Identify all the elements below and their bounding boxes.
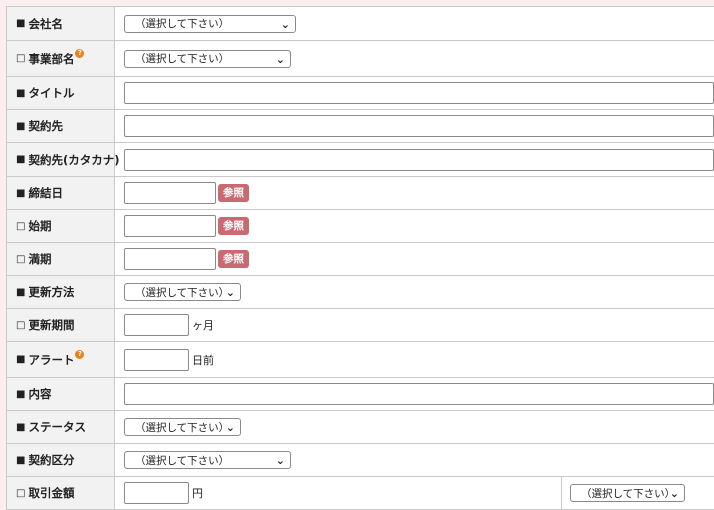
required-mark: ■ [16, 154, 26, 165]
row-status: ■ ステータス （選択して下さい） ⌄ [6, 411, 714, 444]
row-transaction-amount: □ 取引金額 円 （選択して下さい） ⌄ [6, 476, 714, 510]
company-select[interactable]: （選択して下さい） ⌄ [124, 14, 296, 33]
optional-mark: □ [16, 253, 26, 265]
contract-category-label: ■ 契約区分 [6, 444, 115, 476]
conclusion-date-ref-button[interactable]: 参照 [218, 184, 249, 202]
row-company: ■ 会社名 （選択して下さい） ⌄ [6, 7, 714, 41]
optional-mark: □ [16, 319, 26, 331]
contractor-kana-label: ■ 契約先(カタカナ) [6, 143, 119, 176]
contractor-label: ■ 契約先 [6, 110, 115, 142]
row-contract-category: ■ 契約区分 （選択して下さい） ⌄ [6, 444, 714, 477]
row-department: □ 事業部名 ? （選択して下さい） ⌄ [6, 41, 714, 77]
required-mark: ■ [16, 187, 26, 199]
optional-mark: □ [16, 220, 26, 232]
column-divider [561, 476, 562, 510]
optional-mark: □ [16, 487, 26, 499]
status-select[interactable]: （選択して下さい） ⌄ [124, 418, 241, 436]
content-label: ■ 内容 [6, 378, 115, 410]
required-mark: ■ [16, 120, 26, 132]
chevron-down-icon: ⌄ [275, 52, 285, 66]
department-select[interactable]: （選択して下さい） ⌄ [124, 49, 291, 68]
renewal-method-select[interactable]: （選択して下さい） ⌄ [124, 283, 241, 301]
optional-mark: □ [16, 53, 26, 64]
transaction-amount-input[interactable] [124, 482, 189, 504]
row-title: ■ タイトル [6, 77, 714, 110]
required-mark: ■ [16, 454, 26, 466]
company-label: ■ 会社名 [6, 7, 115, 40]
end-date-label: □ 満期 [6, 243, 115, 275]
required-mark: ■ [16, 18, 26, 29]
required-mark: ■ [16, 87, 26, 99]
start-date-input[interactable] [124, 215, 216, 237]
required-mark: ■ [16, 286, 26, 298]
conclusion-date-label: ■ 締結日 [6, 177, 115, 209]
row-start-date: □ 始期 参照 [6, 210, 714, 243]
days-before-unit: 日前 [192, 353, 214, 367]
conclusion-date-input[interactable] [124, 182, 216, 204]
title-input[interactable] [124, 82, 714, 104]
start-date-ref-button[interactable]: 参照 [218, 217, 249, 235]
renewal-method-label: ■ 更新方法 [6, 276, 115, 308]
row-renewal-method: ■ 更新方法 （選択して下さい） ⌄ [6, 276, 714, 309]
help-icon[interactable]: ? [75, 49, 85, 58]
row-end-date: □ 満期 参照 [6, 243, 714, 276]
required-mark: ■ [16, 421, 26, 433]
row-contractor-kana: ■ 契約先(カタカナ) [6, 143, 714, 177]
alert-days-input[interactable] [124, 348, 189, 371]
contract-category-select[interactable]: （選択して下さい） ⌄ [124, 451, 291, 469]
row-content: ■ 内容 [6, 378, 714, 411]
contract-form: ■ 会社名 （選択して下さい） ⌄ □ 事業部名 ? （選択して下さい） ⌄ ■… [6, 6, 714, 510]
months-unit: ヶ月 [192, 319, 214, 332]
row-conclusion-date: ■ 締結日 参照 [6, 177, 714, 210]
end-date-input[interactable] [124, 248, 216, 270]
status-label: ■ ステータス [6, 411, 115, 443]
contractor-input[interactable] [124, 115, 714, 137]
required-mark: ■ [16, 354, 26, 365]
row-alert: ■ アラート ? 日前 [6, 342, 714, 378]
row-contractor: ■ 契約先 [6, 110, 714, 143]
yen-unit: 円 [192, 487, 203, 500]
required-mark: ■ [16, 388, 26, 400]
chevron-down-icon: ⌄ [280, 17, 290, 31]
row-renewal-period: □ 更新期間 ヶ月 [6, 309, 714, 342]
content-input[interactable] [124, 383, 714, 405]
contractor-kana-input[interactable] [124, 148, 714, 171]
title-label: ■ タイトル [6, 77, 115, 109]
chevron-down-icon: ⌄ [225, 421, 235, 434]
department-label: □ 事業部名 ? [6, 41, 115, 76]
help-icon[interactable]: ? [75, 350, 85, 359]
start-date-label: □ 始期 [6, 210, 115, 242]
alert-label: ■ アラート ? [6, 342, 115, 377]
chevron-down-icon: ⌄ [275, 454, 285, 467]
chevron-down-icon: ⌄ [669, 487, 679, 500]
transaction-amount-label: □ 取引金額 [6, 477, 115, 509]
amount-type-select[interactable]: （選択して下さい） ⌄ [570, 484, 685, 502]
end-date-ref-button[interactable]: 参照 [218, 250, 249, 268]
renewal-period-label: □ 更新期間 [6, 309, 115, 341]
chevron-down-icon: ⌄ [225, 286, 235, 299]
renewal-period-input[interactable] [124, 314, 189, 336]
